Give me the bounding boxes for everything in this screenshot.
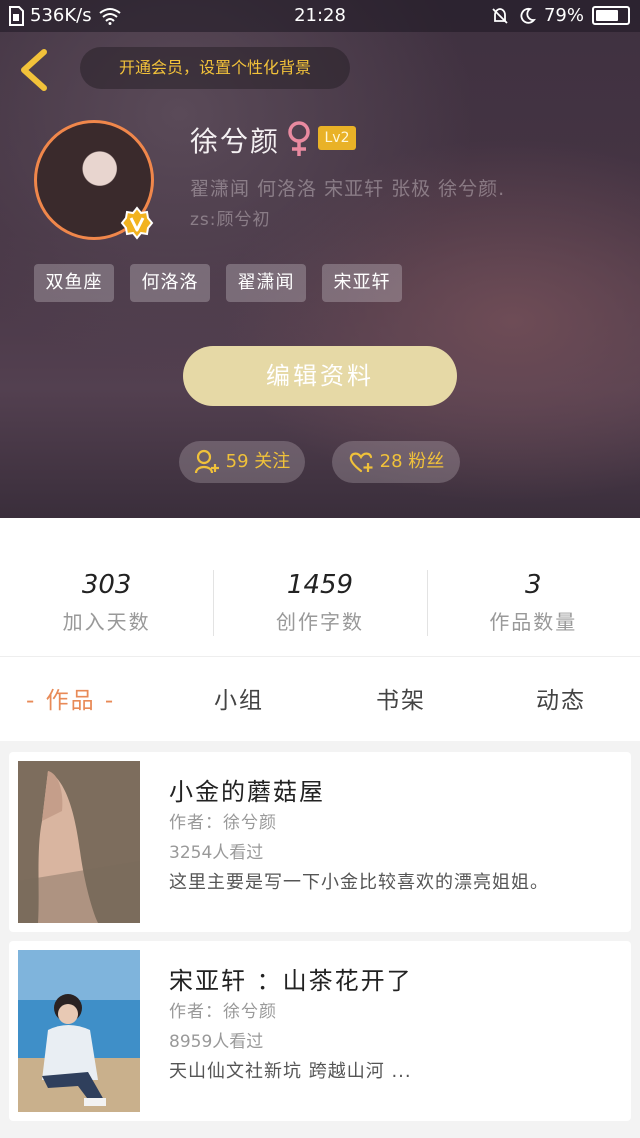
work-author: 作者：徐兮颜	[169, 1002, 277, 1022]
profile-header: 开通会员，设置个性化背景 徐兮颜 Lv2 翟潇闻 何洛洛 宋亚轩 张极 徐兮颜.…	[0, 0, 640, 518]
work-title: 小金的蘑菇屋	[169, 778, 325, 806]
stat-label: 加入天数	[62, 610, 151, 634]
following-count: 59 关注	[225, 451, 291, 472]
tag-item[interactable]: 何洛洛	[130, 264, 210, 302]
signature-line-2: zs:顾兮初	[190, 210, 271, 230]
fans-button[interactable]: 28 粉丝	[332, 441, 460, 483]
heart-plus-icon	[349, 452, 373, 473]
following-button[interactable]: 59 关注	[179, 441, 305, 483]
battery-percent: 79%	[543, 5, 584, 26]
work-views: 3254人看过	[169, 843, 264, 863]
stat-label: 创作字数	[275, 610, 364, 634]
add-user-icon	[194, 449, 219, 474]
fans-count: 28 粉丝	[379, 451, 445, 472]
user-name: 徐兮颜	[190, 125, 281, 158]
status-bar: 536K/s 21:28 79%	[0, 0, 640, 32]
vip-background-button[interactable]: 开通会员，设置个性化背景	[80, 47, 350, 89]
stat-works: 3 作品数量	[426, 518, 640, 656]
work-cover-image	[18, 950, 140, 1112]
stat-value: 1459	[286, 570, 354, 600]
avatar[interactable]	[34, 120, 154, 240]
stats-panel: 303 加入天数 1459 创作字数 3 作品数量	[0, 518, 640, 657]
level-badge: Lv2	[318, 126, 356, 150]
tag-item[interactable]: 宋亚轩	[322, 264, 402, 302]
work-card[interactable]: 小金的蘑菇屋 作者：徐兮颜 3254人看过 这里主要是写一下小金比较喜欢的漂亮姐…	[9, 752, 631, 932]
stat-days: 303 加入天数	[0, 518, 213, 656]
work-description: 这里主要是写一下小金比较喜欢的漂亮姐姐。	[169, 872, 549, 893]
work-author: 作者：徐兮颜	[169, 813, 277, 833]
moon-icon	[520, 7, 536, 24]
signature-line-1: 翟潇闻 何洛洛 宋亚轩 张极 徐兮颜.	[190, 178, 506, 200]
stat-words: 1459 创作字数	[213, 518, 426, 656]
work-title: 宋亚轩 ：山茶花开了	[169, 967, 413, 995]
tag-item[interactable]: 翟潇闻	[226, 264, 306, 302]
bell-off-icon	[492, 7, 508, 24]
stat-value: 3	[525, 570, 542, 600]
back-arrow-icon[interactable]	[16, 48, 56, 92]
tab-shelf[interactable]: 书架	[376, 681, 426, 715]
tab-moments[interactable]: 动态	[536, 681, 586, 715]
stat-label: 作品数量	[489, 610, 578, 634]
work-card[interactable]: 宋亚轩 ：山茶花开了 作者：徐兮颜 8959人看过 天山仙文社新坑 跨越山河 .…	[9, 941, 631, 1121]
tag-list: 双鱼座 何洛洛 翟潇闻 宋亚轩	[34, 264, 402, 302]
female-icon	[288, 121, 310, 156]
tag-item[interactable]: 双鱼座	[34, 264, 114, 302]
work-views: 8959人看过	[169, 1032, 264, 1052]
tab-works[interactable]: - 作品 -	[26, 681, 115, 715]
tab-bar: - 作品 - 小组 书架 动态	[0, 657, 640, 741]
stat-value: 303	[81, 570, 132, 600]
vip-badge-icon	[120, 206, 154, 240]
work-cover-image	[18, 761, 140, 923]
battery-icon	[592, 6, 630, 25]
tab-group[interactable]: 小组	[214, 681, 264, 715]
work-description: 天山仙文社新坑 跨越山河 ...	[169, 1061, 412, 1082]
edit-profile-button[interactable]: 编辑资料	[183, 346, 457, 406]
